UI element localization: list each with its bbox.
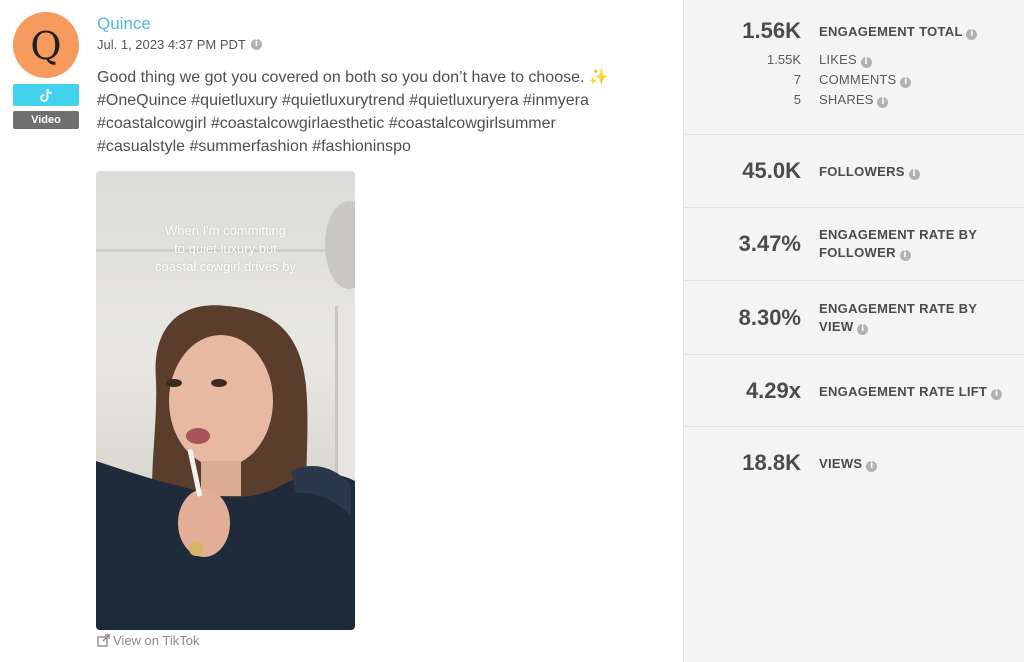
followers-label: FOLLOWERS i: [819, 163, 1009, 181]
tiktok-icon: [40, 88, 52, 102]
post-date-row: Jul. 1, 2023 4:37 PM PDT i: [97, 37, 262, 52]
info-icon[interactable]: i: [857, 324, 869, 335]
caption-line: #coastalcowgirl #coastalcowgirlaesthetic…: [97, 115, 556, 132]
caption-line: #casualstyle #summerfashion #fashioninsp…: [97, 138, 411, 155]
info-icon[interactable]: i: [866, 461, 878, 472]
followers-value: 45.0K: [742, 158, 801, 183]
info-icon[interactable]: i: [900, 77, 912, 88]
metric-engagement-rate-by-view: 8.30% ENGAGEMENT RATE BY VIEW i: [684, 281, 1024, 355]
comments-value: 7: [793, 72, 801, 87]
info-icon[interactable]: i: [966, 29, 978, 40]
avatar-letter: Q: [30, 24, 62, 68]
post-type-badge: Video: [13, 111, 79, 129]
er-lift-label: ENGAGEMENT RATE LIFT i: [819, 383, 1009, 401]
er-follower-label: ENGAGEMENT RATE BY FOLLOWER i: [819, 227, 978, 261]
er-follower-value: 3.47%: [738, 231, 801, 256]
views-value: 18.8K: [742, 450, 801, 475]
er-lift-value: 4.29x: [745, 378, 801, 403]
video-thumbnail[interactable]: When I'm committing to quiet luxury but …: [96, 171, 355, 630]
author-name-link[interactable]: Quince: [97, 14, 151, 34]
post-card: Q Video Quince Jul. 1, 2023 4:37 PM PDT …: [0, 0, 683, 662]
info-icon[interactable]: i: [908, 169, 920, 180]
post-date: Jul. 1, 2023 4:37 PM PDT: [97, 37, 246, 52]
caption-line: #OneQuince #quietluxury #quietluxurytren…: [97, 92, 589, 109]
info-icon[interactable]: i: [250, 39, 262, 50]
metric-views: 18.8K VIEWS i: [684, 427, 1024, 499]
view-link-label: View on TikTok: [113, 633, 200, 648]
info-icon[interactable]: i: [991, 389, 1003, 400]
info-icon[interactable]: i: [860, 57, 872, 68]
metric-engagement-total: 1.56K ENGAGEMENT TOTAL i 1.55K LIKES i 7…: [684, 0, 1024, 135]
metric-followers: 45.0K FOLLOWERS i: [684, 135, 1024, 208]
view-on-tiktok-link[interactable]: View on TikTok: [97, 633, 199, 648]
metrics-panel: 1.56K ENGAGEMENT TOTAL i 1.55K LIKES i 7…: [683, 0, 1024, 662]
views-label: VIEWS i: [819, 455, 1009, 473]
shares-label: SHARES i: [819, 92, 889, 108]
external-link-icon: [97, 634, 110, 647]
metric-engagement-rate-lift: 4.29x ENGAGEMENT RATE LIFT i: [684, 355, 1024, 427]
info-icon[interactable]: i: [899, 250, 911, 261]
engagement-total-value: 1.56K: [742, 18, 801, 43]
avatar[interactable]: Q: [13, 12, 79, 78]
er-view-value: 8.30%: [738, 305, 801, 330]
tiktok-platform-badge: [13, 84, 79, 106]
post-caption: Good thing we got you covered on both so…: [97, 66, 667, 158]
er-view-label: ENGAGEMENT RATE BY VIEW i: [819, 301, 978, 335]
shares-value: 5: [793, 92, 801, 107]
likes-label: LIKES i: [819, 52, 872, 68]
metric-engagement-rate-by-follower: 3.47% ENGAGEMENT RATE BY FOLLOWER i: [684, 208, 1024, 281]
video-overlay-text: When I'm committing to quiet luxury but …: [155, 223, 296, 274]
caption-line: Good thing we got you covered on both so…: [97, 69, 609, 86]
sparkle-emoji: ✨: [588, 69, 609, 86]
info-icon[interactable]: i: [877, 97, 889, 108]
comments-label: COMMENTS i: [819, 72, 912, 88]
likes-value: 1.55K: [767, 52, 801, 67]
engagement-total-label: ENGAGEMENT TOTAL i: [819, 23, 1009, 41]
